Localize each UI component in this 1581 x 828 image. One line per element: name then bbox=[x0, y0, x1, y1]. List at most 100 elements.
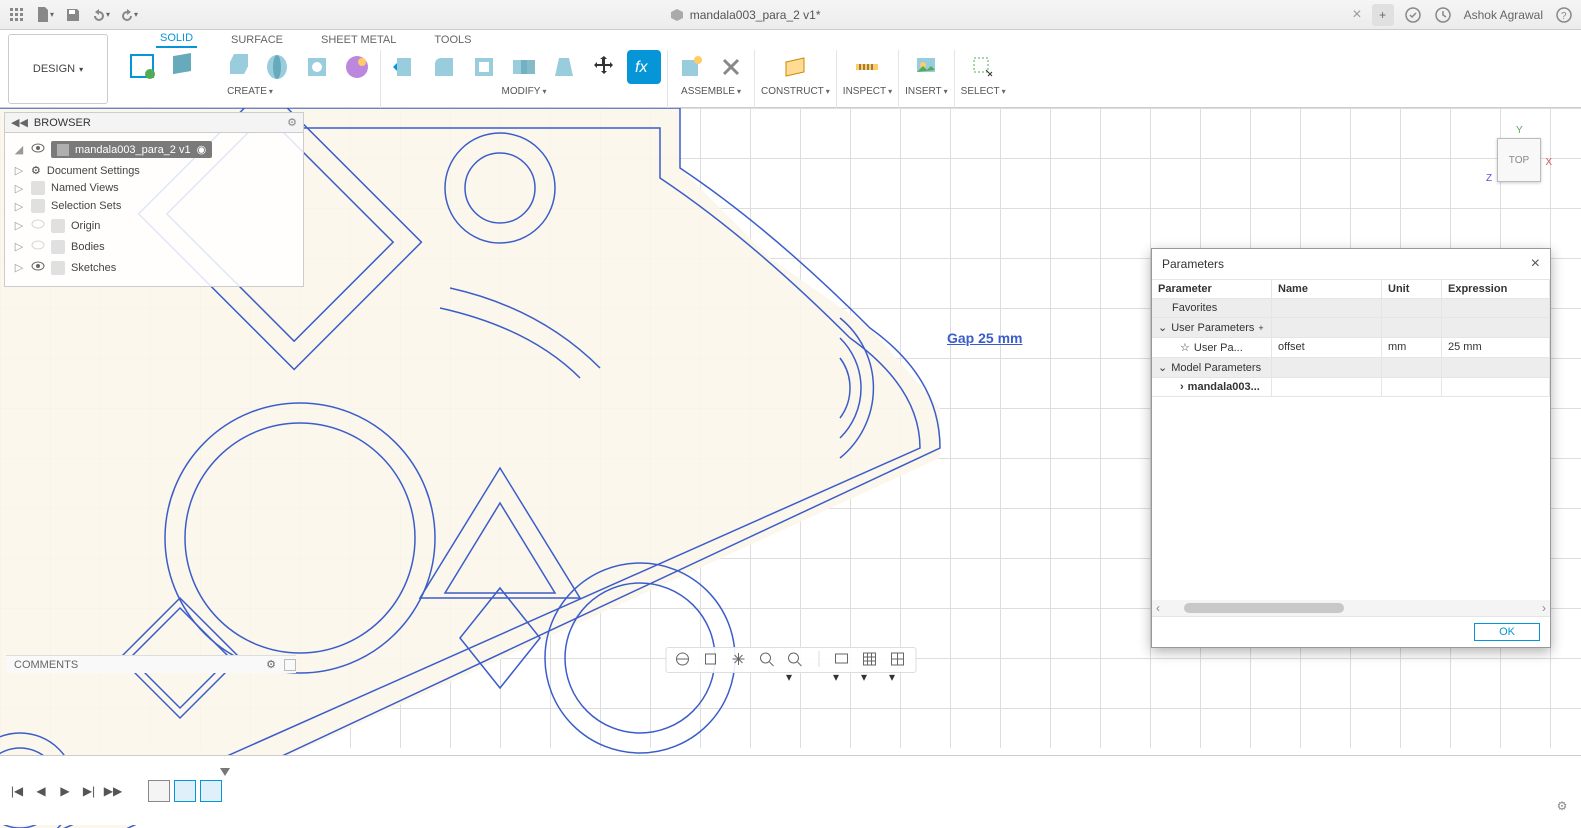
undo-icon[interactable]: ▾ bbox=[92, 6, 110, 24]
revolve-icon[interactable] bbox=[260, 50, 294, 84]
table-row[interactable]: ☆User Pa... offset mm 25 mm bbox=[1152, 338, 1550, 358]
timeline-item-sketch[interactable] bbox=[148, 780, 170, 802]
param-expression[interactable]: 25 mm bbox=[1442, 338, 1550, 357]
new-tab-icon[interactable]: + bbox=[1372, 4, 1394, 26]
modify-group-label[interactable]: MODIFY bbox=[502, 86, 547, 97]
fillet-icon[interactable] bbox=[427, 50, 461, 84]
timeline-marker[interactable] bbox=[220, 768, 230, 776]
timeline-item-feature[interactable] bbox=[174, 780, 196, 802]
timeline-play-icon[interactable]: ▶ bbox=[56, 782, 74, 800]
shell-icon[interactable] bbox=[467, 50, 501, 84]
browser-collapse-icon[interactable]: ◀◀ bbox=[11, 116, 28, 129]
extrude-icon[interactable] bbox=[220, 50, 254, 84]
measure-icon[interactable] bbox=[850, 50, 884, 84]
emboss-icon[interactable] bbox=[340, 50, 374, 84]
select-icon[interactable] bbox=[966, 50, 1000, 84]
star-icon[interactable]: ☆ bbox=[1180, 341, 1190, 354]
press-pull-icon[interactable] bbox=[387, 50, 421, 84]
timeline-start-icon[interactable]: |◀ bbox=[8, 782, 26, 800]
model-parameters-section[interactable]: ⌄Model Parameters bbox=[1152, 358, 1550, 378]
tree-item-document-settings[interactable]: ▷⚙Document Settings bbox=[9, 162, 301, 179]
move-icon[interactable] bbox=[587, 50, 621, 84]
viewcube[interactable]: TOP X Z bbox=[1497, 138, 1541, 182]
display-settings-icon[interactable]: ▾ bbox=[833, 651, 851, 669]
param-unit[interactable]: mm bbox=[1382, 338, 1442, 357]
orbit-icon[interactable] bbox=[674, 651, 692, 669]
job-status-icon[interactable] bbox=[1434, 6, 1452, 24]
tree-item-named-views[interactable]: ▷Named Views bbox=[9, 179, 301, 197]
col-parameter[interactable]: Parameter bbox=[1152, 280, 1272, 298]
help-icon[interactable]: ? bbox=[1555, 6, 1573, 24]
comments-expand-icon[interactable] bbox=[284, 659, 296, 671]
pan-icon[interactable] bbox=[730, 651, 748, 669]
zoom-icon[interactable] bbox=[758, 651, 776, 669]
user-name-label[interactable]: Ashok Agrawal bbox=[1464, 8, 1543, 22]
chevron-down-icon[interactable]: ⌄ bbox=[1158, 361, 1167, 374]
timeline-settings-icon[interactable]: ⚙ bbox=[1553, 797, 1571, 815]
select-group-label[interactable]: SELECT bbox=[961, 86, 1006, 97]
tree-item-origin[interactable]: ▷Origin bbox=[9, 215, 301, 236]
workspace-switcher[interactable]: DESIGN ▾ bbox=[8, 34, 108, 104]
table-row[interactable]: ›mandala003... bbox=[1152, 378, 1550, 397]
comments-settings-icon[interactable]: ⚙ bbox=[266, 658, 276, 671]
param-name[interactable]: offset bbox=[1272, 338, 1382, 357]
redo-icon[interactable]: ▾ bbox=[120, 6, 138, 24]
viewport-icon[interactable]: ▾ bbox=[889, 651, 907, 669]
horizontal-scrollbar[interactable]: ‹ › bbox=[1152, 600, 1550, 616]
timeline-end-icon[interactable]: ▶▶ bbox=[104, 782, 122, 800]
insert-group-label[interactable]: INSERT bbox=[905, 86, 948, 97]
chevron-right-icon[interactable]: › bbox=[1180, 381, 1184, 393]
close-tab-icon[interactable]: × bbox=[1352, 6, 1361, 24]
comments-bar[interactable]: COMMENTS ⚙ bbox=[6, 655, 296, 673]
col-unit[interactable]: Unit bbox=[1382, 280, 1442, 298]
create-group-label[interactable]: CREATE bbox=[227, 86, 273, 97]
tab-surface[interactable]: SURFACE bbox=[227, 32, 287, 48]
construct-group-label[interactable]: CONSTRUCT bbox=[761, 86, 830, 97]
browser-settings-icon[interactable]: ⚙ bbox=[287, 116, 297, 129]
expand-icon[interactable]: ▷ bbox=[13, 261, 25, 274]
timeline-prev-icon[interactable]: ◀ bbox=[32, 782, 50, 800]
root-radio-icon[interactable]: ◉ bbox=[197, 143, 207, 156]
insert-icon[interactable] bbox=[909, 50, 943, 84]
tree-item-bodies[interactable]: ▷Bodies bbox=[9, 236, 301, 257]
expand-icon[interactable]: ◢ bbox=[13, 143, 25, 156]
expand-icon[interactable]: ▷ bbox=[13, 182, 25, 195]
eye-icon[interactable] bbox=[31, 259, 45, 276]
chevron-down-icon[interactable]: ⌄ bbox=[1158, 321, 1167, 334]
expand-icon[interactable]: ▷ bbox=[13, 240, 25, 253]
scroll-left-icon[interactable]: ‹ bbox=[1152, 601, 1164, 615]
assemble-group-label[interactable]: ASSEMBLE bbox=[681, 86, 741, 97]
fit-icon[interactable]: ▾ bbox=[786, 651, 804, 669]
tree-root-row[interactable]: ◢ mandala003_para_2 v1 ◉ bbox=[9, 137, 301, 162]
look-at-icon[interactable] bbox=[702, 651, 720, 669]
eye-off-icon[interactable] bbox=[31, 217, 45, 234]
combine-icon[interactable] bbox=[507, 50, 541, 84]
new-file-icon[interactable]: ▾ bbox=[36, 6, 54, 24]
hole-icon[interactable] bbox=[300, 50, 334, 84]
plane-icon[interactable] bbox=[778, 50, 812, 84]
scrollbar-thumb[interactable] bbox=[1184, 603, 1344, 613]
draft-icon[interactable] bbox=[547, 50, 581, 84]
expand-icon[interactable]: ▷ bbox=[13, 219, 25, 232]
eye-icon[interactable] bbox=[31, 141, 45, 158]
app-menu-icon[interactable] bbox=[8, 6, 26, 24]
canvas-area[interactable]: Gap 25 mm TOP X Z ◀◀ BROWSER ⚙ ◢ mandala… bbox=[0, 108, 1581, 748]
eye-off-icon[interactable] bbox=[31, 238, 45, 255]
extensions-icon[interactable] bbox=[1404, 6, 1422, 24]
timeline-item-feature[interactable] bbox=[200, 780, 222, 802]
scroll-right-icon[interactable]: › bbox=[1538, 601, 1550, 615]
create-sketch-icon[interactable] bbox=[126, 50, 160, 84]
tab-tools[interactable]: TOOLS bbox=[430, 32, 475, 48]
parameters-icon[interactable]: fx bbox=[627, 50, 661, 84]
expand-icon[interactable]: ▷ bbox=[13, 200, 25, 213]
tree-item-sketches[interactable]: ▷Sketches bbox=[9, 257, 301, 278]
col-expression[interactable]: Expression bbox=[1442, 280, 1550, 298]
tab-sheet-metal[interactable]: SHEET METAL bbox=[317, 32, 400, 48]
timeline-next-icon[interactable]: ▶| bbox=[80, 782, 98, 800]
new-component-icon[interactable] bbox=[674, 50, 708, 84]
expand-icon[interactable]: ▷ bbox=[13, 164, 25, 177]
dialog-header[interactable]: Parameters × bbox=[1152, 249, 1550, 280]
col-name[interactable]: Name bbox=[1272, 280, 1382, 298]
joint-icon[interactable] bbox=[714, 50, 748, 84]
close-icon[interactable]: × bbox=[1531, 255, 1540, 273]
